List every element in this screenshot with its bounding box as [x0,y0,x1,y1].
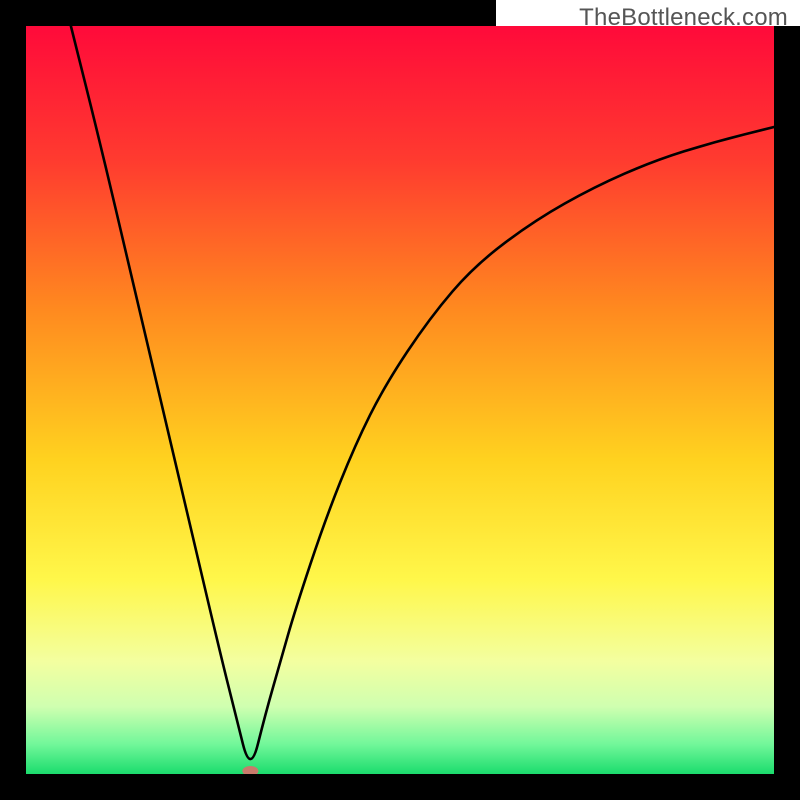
chart-container: TheBottleneck.com [0,0,800,800]
plot-background [26,26,774,774]
bottleneck-chart [0,0,800,800]
watermark-label: TheBottleneck.com [579,4,788,32]
